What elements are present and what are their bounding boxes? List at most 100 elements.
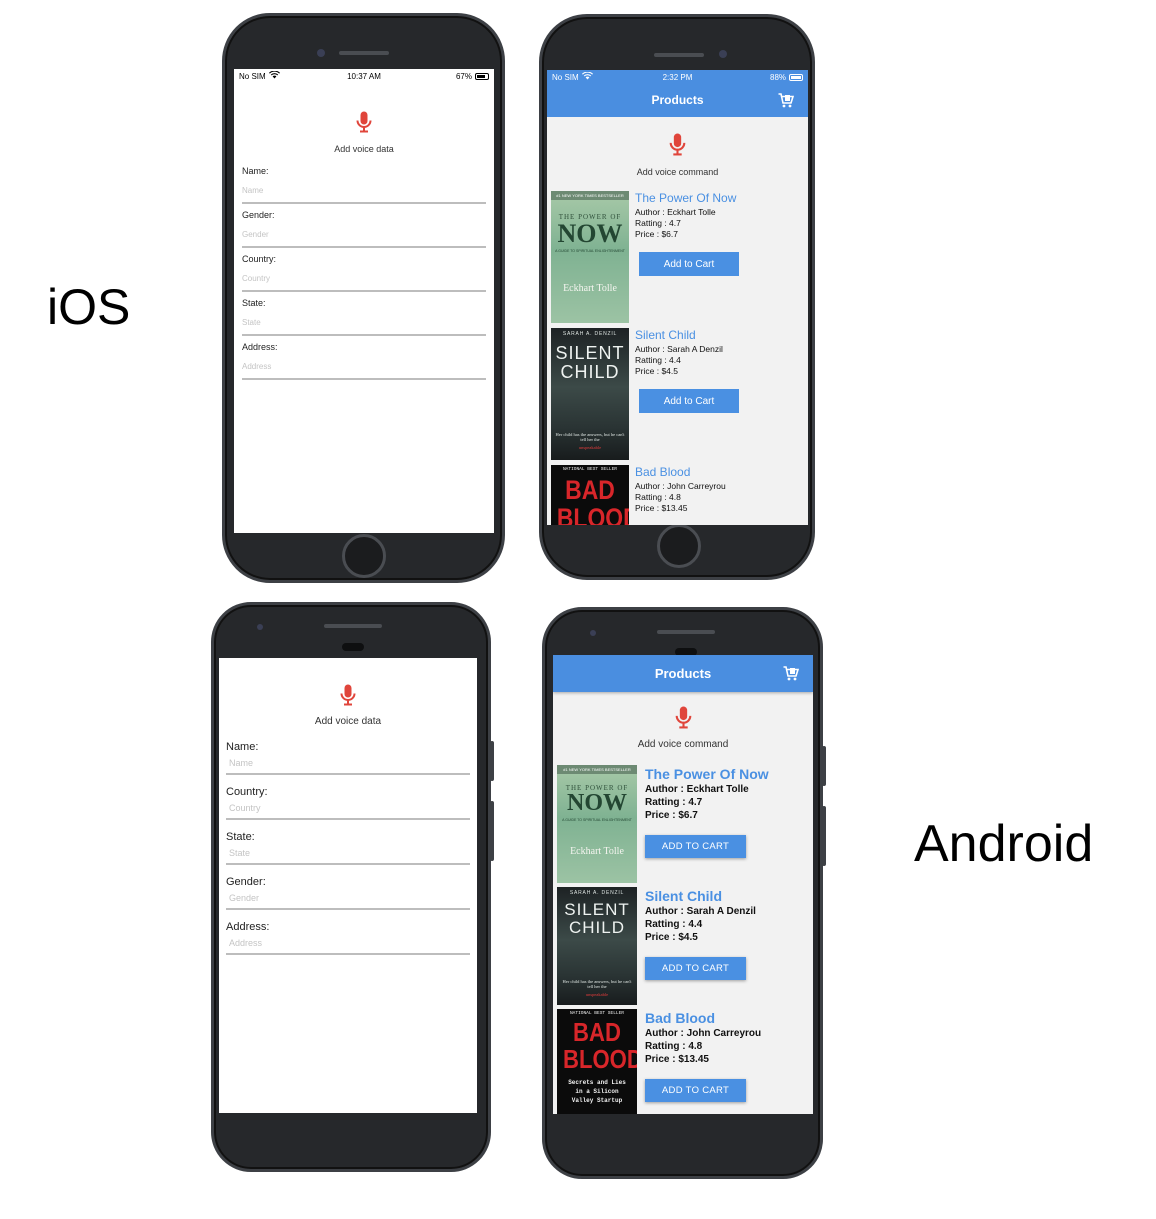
name-input[interactable] <box>242 178 486 204</box>
ios-products-screen: Products No SIM 2:32 PM 88% Add voice co… <box>547 70 808 525</box>
gender-label: Gender: <box>242 210 275 220</box>
microphone-icon[interactable] <box>669 133 686 161</box>
state-input[interactable] <box>242 310 486 336</box>
book-price: Price : $13.45 <box>645 1054 709 1065</box>
wifi-icon <box>581 71 593 82</box>
battery-icon <box>474 72 489 80</box>
cover-title-line2: BLOOD <box>556 503 629 525</box>
earpiece-grille <box>342 643 364 651</box>
book-rating: Ratting : 4.4 <box>645 919 703 930</box>
gender-input[interactable] <box>242 222 486 248</box>
gender-label: Gender: <box>226 876 266 888</box>
book-price: Price : $6.7 <box>635 229 678 239</box>
book-author: Author : John Carreyrou <box>645 1028 762 1039</box>
book-title[interactable]: Silent Child <box>645 888 809 904</box>
microphone-icon[interactable] <box>675 706 692 734</box>
address-label: Address: <box>226 921 270 933</box>
cover-title-line1: BAD <box>565 475 615 505</box>
ios-platform-label: iOS <box>47 279 131 335</box>
book-cover-silent-child: SARAH A. DENZIL SILENT CHILD Her child h… <box>557 887 637 1005</box>
cart-icon[interactable] <box>783 666 800 684</box>
home-button[interactable] <box>657 524 701 568</box>
voice-input-area[interactable]: Add voice command <box>553 706 813 750</box>
book-rating: Ratting : 4.7 <box>635 218 681 228</box>
cover-author: Eckhart Tolle <box>570 846 624 857</box>
book-info: Bad Blood Author : John Carreyrou Rattin… <box>635 465 804 513</box>
cover-author: SARAH A. DENZIL <box>562 331 618 337</box>
voice-input-area[interactable]: Add voice data <box>219 684 477 727</box>
book-title[interactable]: Bad Blood <box>645 1010 809 1026</box>
power-button[interactable] <box>822 806 826 866</box>
cover-subtitle-line3: Valley Startup <box>571 1097 623 1104</box>
product-list[interactable]: Add voice command #1 NEW YORK TIMES BEST… <box>553 692 813 1114</box>
cover-title-line1: SILENT <box>555 343 625 363</box>
book-author: Author : Eckhart Tolle <box>635 207 716 217</box>
book-title[interactable]: Bad Blood <box>635 465 804 479</box>
add-to-cart-button[interactable]: Add to Cart <box>639 389 739 413</box>
microphone-icon[interactable] <box>356 111 372 138</box>
address-input[interactable] <box>242 354 486 380</box>
cover-title-line2: CHILD <box>568 918 625 937</box>
book-title[interactable]: The Power Of Now <box>635 191 804 205</box>
home-button[interactable] <box>342 534 386 578</box>
front-camera <box>590 630 596 636</box>
voice-input-area[interactable]: Add voice data <box>234 111 494 154</box>
book-info: Silent Child Author : Sarah A Denzil Rat… <box>635 328 804 376</box>
ios-form-screen: No SIM 10:37 AM 67% Add voice data Name:… <box>234 69 494 533</box>
gender-field: Gender: <box>226 876 470 910</box>
voice-prompt-label: Add voice data <box>314 716 382 727</box>
voice-prompt-label: Add voice command <box>637 739 729 750</box>
state-input[interactable] <box>226 843 470 865</box>
add-to-cart-button[interactable]: Add to Cart <box>639 252 739 276</box>
clock-label: 10:37 AM <box>347 71 381 81</box>
state-field: State: <box>242 298 486 336</box>
cover-tagline: Her child has the answers, but he can't … <box>562 979 632 989</box>
cover-big-title: NOW <box>567 790 627 816</box>
carrier-label: No SIM <box>239 71 266 81</box>
cover-subtitle: A GUIDE TO SPIRITUAL ENLIGHTENMENT <box>562 818 632 822</box>
gender-field: Gender: <box>242 210 486 248</box>
volume-button[interactable] <box>822 746 826 786</box>
battery-icon <box>789 73 804 81</box>
battery-percent: 88% <box>770 72 787 82</box>
cover-tagline-accent: unspeakable <box>578 445 602 450</box>
country-input[interactable] <box>242 266 486 292</box>
cover-banner: #1 NEW YORK TIMES BESTSELLER <box>557 765 637 774</box>
products-navbar: Products <box>553 655 813 692</box>
voice-input-area[interactable]: Add voice command <box>547 133 808 177</box>
product-card: NATIONAL BEST SELLER BAD BLOOD Secrets a… <box>553 1009 813 1114</box>
gender-input[interactable] <box>226 888 470 910</box>
cover-banner: NATIONAL BEST SELLER <box>569 1011 624 1016</box>
products-title: Products <box>654 666 712 681</box>
carrier-label: No SIM <box>552 72 579 82</box>
book-author: Author : John Carreyrou <box>635 481 726 491</box>
book-price: Price : $4.5 <box>645 932 698 943</box>
book-info: The Power Of Now Author : Eckhart Tolle … <box>635 191 804 239</box>
product-list[interactable]: Add voice command #1 NEW YORK TIMES BEST… <box>547 117 808 525</box>
name-input[interactable] <box>226 753 470 775</box>
book-title[interactable]: Silent Child <box>635 328 804 342</box>
address-input[interactable] <box>226 933 470 955</box>
book-author: Author : Eckhart Tolle <box>645 784 749 795</box>
cover-subtitle-line1: Secrets and Lies <box>568 1079 626 1086</box>
clock-label: 2:32 PM <box>662 72 693 82</box>
microphone-icon[interactable] <box>340 684 356 711</box>
add-to-cart-button[interactable]: ADD TO CART <box>645 957 746 980</box>
power-button[interactable] <box>490 801 494 861</box>
cover-tagline: Her child has the answers, but he can't … <box>555 432 625 442</box>
volume-button[interactable] <box>490 741 494 781</box>
android-form-phone: Add voice data Name: Country: State: Gen… <box>211 602 494 1172</box>
book-cover-power-of-now: #1 NEW YORK TIMES BESTSELLER THE POWER O… <box>557 765 637 883</box>
cart-icon[interactable] <box>778 93 795 111</box>
state-label: State: <box>242 298 266 308</box>
product-card: #1 NEW YORK TIMES BESTSELLER THE POWER O… <box>547 191 808 325</box>
ios-products-phone: Products No SIM 2:32 PM 88% Add voice co… <box>539 14 815 580</box>
book-author: Author : Sarah A Denzil <box>635 344 723 354</box>
book-title[interactable]: The Power Of Now <box>645 766 809 782</box>
cover-author: Eckhart Tolle <box>563 283 617 294</box>
earpiece-speaker <box>339 51 389 55</box>
country-input[interactable] <box>226 798 470 820</box>
add-to-cart-button[interactable]: ADD TO CART <box>645 1079 746 1102</box>
earpiece-speaker <box>324 624 382 628</box>
add-to-cart-button[interactable]: ADD TO CART <box>645 835 746 858</box>
